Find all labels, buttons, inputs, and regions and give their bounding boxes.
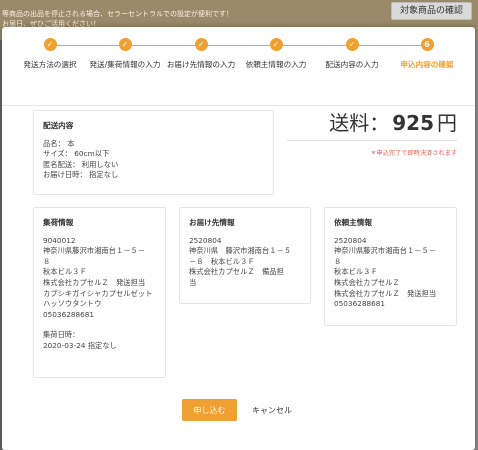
step-number: 6 bbox=[420, 38, 434, 51]
requester-info-card: 依頼主情報 2520804 神奈川県藤沢市湘南台１－５－ ８ 秋本ビル３Ｆ 株式… bbox=[324, 207, 457, 326]
progress-stepper: ✓ 発送方法の選択 ✓ 発送/集荷情報の入力 ✓ お届け先情報の入力 ✓ 依頼主… bbox=[2, 27, 475, 87]
destination-row: 神奈川県 藤沢市湘南台１－５ bbox=[189, 246, 292, 256]
content-row: 品名： 本 bbox=[43, 138, 75, 148]
pickup-row: 株式会社カプセルＺ 発送担当 bbox=[43, 277, 146, 287]
requester-row: 秋本ビル３Ｆ bbox=[334, 267, 378, 277]
content-row: お届け日時： 指定なし bbox=[43, 170, 119, 180]
destination-info-card: お届け先情報 2520804 神奈川県 藤沢市湘南台１－５ －８ 秋本ビル３Ｆ … bbox=[179, 207, 311, 304]
destination-row: 2520804 bbox=[189, 235, 222, 245]
content-row: 匿名配送： 利用しない bbox=[43, 159, 119, 169]
check-products-button[interactable]: 対象商品の確認 bbox=[390, 2, 472, 20]
card-title: 集荷情報 bbox=[43, 218, 74, 227]
pickup-row: カプシキガイシャカプセルゼット bbox=[43, 288, 153, 298]
fee-divider bbox=[287, 140, 457, 141]
check-icon: ✓ bbox=[269, 38, 283, 51]
check-icon: ✓ bbox=[194, 38, 208, 51]
fee-label: 送料： bbox=[329, 111, 390, 135]
requester-row: 2520804 bbox=[334, 235, 367, 245]
payment-note: ＊申込完了で即時決済されます bbox=[370, 150, 457, 157]
destination-row: 株式会社カプセルＺ 備品担 bbox=[189, 267, 284, 277]
fee-amount: 送料： 925 円 bbox=[287, 110, 457, 136]
pickup-date-label: 集荷日時： bbox=[43, 330, 80, 340]
check-icon: ✓ bbox=[118, 38, 132, 51]
pickup-date-value: 2020-03-24 指定なし bbox=[43, 340, 117, 350]
check-icon: ✓ bbox=[345, 38, 359, 51]
card-title: 依頼主情報 bbox=[334, 218, 372, 227]
shipping-fee: 送料： 925 円 ＊申込完了で即時決済されます bbox=[287, 110, 457, 157]
cancel-button[interactable]: キャンセル bbox=[252, 405, 292, 416]
fee-unit: 円 bbox=[437, 111, 457, 135]
card-title: 配送内容 bbox=[43, 121, 74, 130]
requester-row: ８ bbox=[334, 256, 342, 266]
check-icon: ✓ bbox=[43, 38, 57, 51]
banner-text: 等商品の出品を停止される場合、セラーセントラルでの設定が便利です！ bbox=[2, 10, 233, 18]
step-label: 申込内容の確認 bbox=[400, 60, 454, 69]
pickup-row: 秋本ビル３Ｆ bbox=[43, 267, 87, 277]
divider bbox=[2, 105, 475, 106]
pickup-row: 9040012 bbox=[43, 235, 76, 245]
destination-row: －８ 秋本ビル３Ｆ bbox=[189, 256, 255, 266]
destination-row: 当 bbox=[189, 277, 197, 287]
requester-row: 神奈川県藤沢市湘南台１－５－ bbox=[334, 246, 437, 256]
requester-row: 株式会社カプセルＺ bbox=[334, 277, 400, 287]
step-confirm: 6 申込内容の確認 bbox=[382, 38, 472, 70]
fee-value: 925 bbox=[392, 111, 434, 135]
card-title: お届け先情報 bbox=[189, 218, 235, 227]
requester-row: 05036288681 bbox=[334, 299, 386, 309]
pickup-row: ハッソウタントウ bbox=[43, 299, 102, 309]
delivery-content-card: 配送内容 品名： 本 サイズ： 60cm以下 匿名配送： 利用しない お届け日時… bbox=[33, 110, 274, 195]
apply-button[interactable]: 申し込む bbox=[182, 399, 237, 421]
pickup-row: 05036288681 bbox=[43, 309, 95, 319]
shipping-confirm-dialog: ✓ 発送方法の選択 ✓ 発送/集荷情報の入力 ✓ お届け先情報の入力 ✓ 依頼主… bbox=[2, 27, 475, 450]
pickup-row: ８ bbox=[43, 256, 51, 266]
pickup-info-card: 集荷情報 9040012 神奈川県藤沢市湘南台１－５－ ８ 秋本ビル３Ｆ 株式会… bbox=[33, 207, 166, 378]
requester-row: 株式会社カプセルＺ 発送担当 bbox=[334, 288, 437, 298]
content-row: サイズ： 60cm以下 bbox=[43, 149, 110, 159]
pickup-row: 神奈川県藤沢市湘南台１－５－ bbox=[43, 246, 146, 256]
